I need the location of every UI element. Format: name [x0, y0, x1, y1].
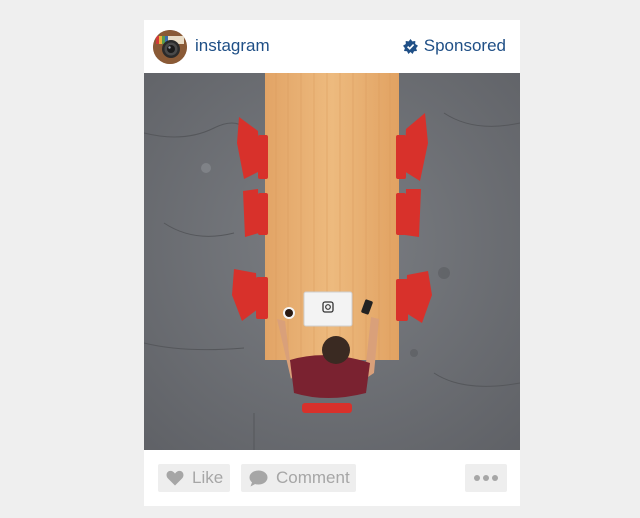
- ellipsis-icon: [474, 475, 498, 481]
- avatar[interactable]: [153, 30, 187, 64]
- instagram-camera-logo-icon: [153, 30, 187, 64]
- sponsored-text: Sponsored: [423, 36, 506, 55]
- post-actions: Like Comment: [144, 450, 520, 506]
- speech-bubble-icon: [249, 470, 268, 487]
- more-options-button[interactable]: [465, 464, 507, 492]
- post-image: [144, 73, 520, 450]
- sponsored-badge-icon: [402, 38, 418, 54]
- post-header: instagram Sponsored: [144, 20, 520, 73]
- comment-label: Comment: [276, 468, 350, 487]
- comment-button[interactable]: Comment: [241, 464, 356, 492]
- post-photo[interactable]: [144, 73, 520, 450]
- like-button[interactable]: Like: [158, 464, 230, 492]
- sponsored-label[interactable]: Sponsored: [402, 36, 506, 56]
- post-card: instagram Sponsored Like Comment: [144, 20, 520, 506]
- like-label: Like: [192, 468, 224, 487]
- username-link[interactable]: instagram: [195, 36, 270, 56]
- heart-icon: [166, 470, 184, 486]
